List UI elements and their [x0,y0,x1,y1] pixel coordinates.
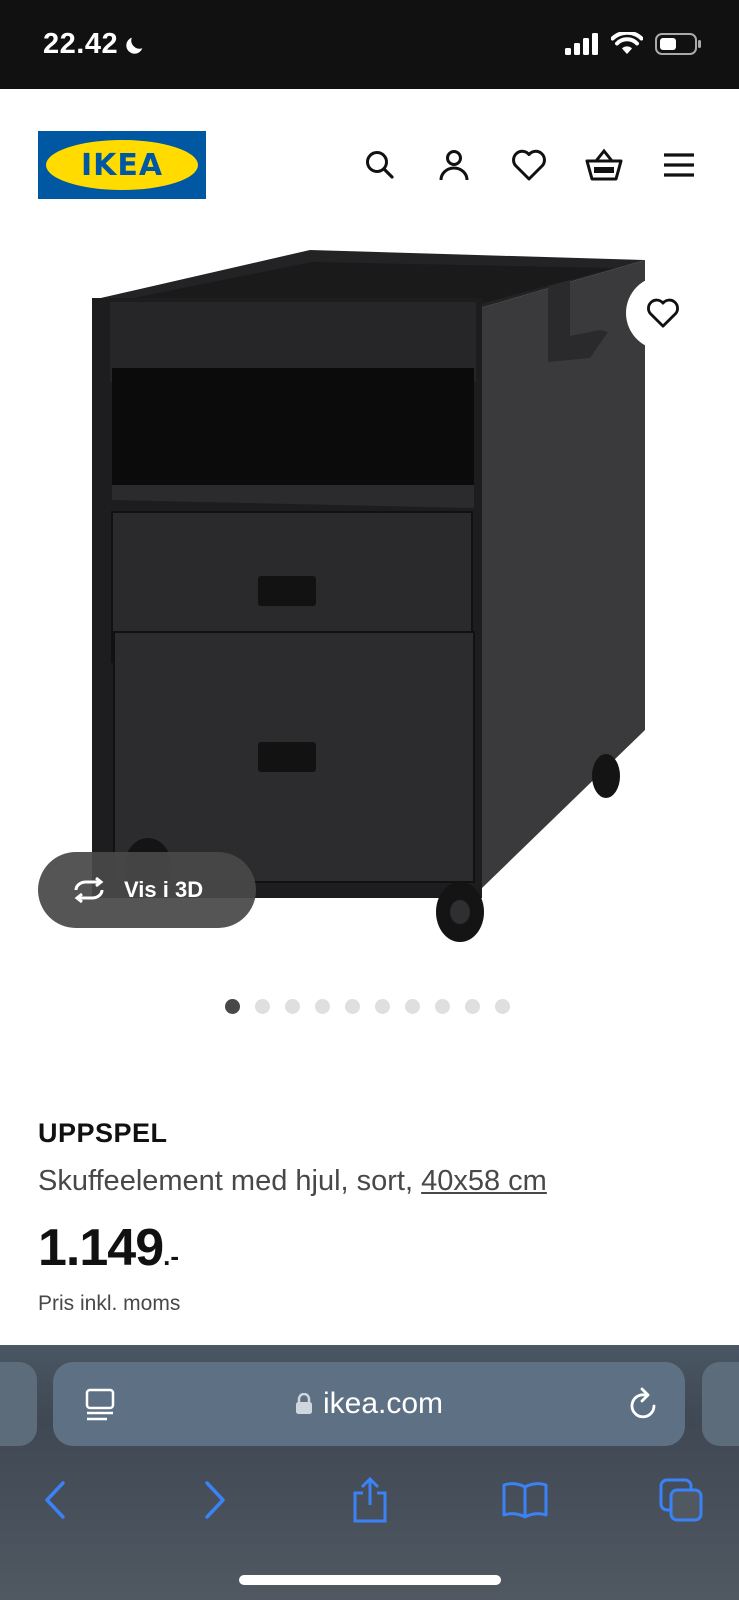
back-icon [45,1481,65,1519]
carousel-dot[interactable] [285,999,300,1014]
lock-icon [295,1393,312,1414]
status-time: 22.42 [43,28,146,61]
share-icon [353,1477,387,1523]
reload-icon[interactable] [627,1387,659,1421]
product-size-link[interactable]: 40x58 cm [421,1165,547,1197]
status-bar: 22.42 [0,0,739,89]
image-carousel-dots [225,999,510,1014]
price-suffix: .- [163,1241,180,1271]
next-tab-preview[interactable] [702,1362,739,1446]
time-text: 22.42 [43,28,119,60]
add-to-favourites-button[interactable] [626,276,700,350]
tabs-icon [659,1478,703,1522]
ikea-logo[interactable]: IKEA [38,131,206,199]
site-header: IKEA [0,89,739,239]
browser-bottom-bar: ikea.com [0,1345,739,1600]
home-indicator [239,1575,501,1585]
status-indicators [565,32,703,56]
menu-icon[interactable] [659,145,699,185]
search-icon[interactable] [360,145,400,185]
back-button[interactable] [30,1475,80,1525]
moon-icon [126,37,143,54]
forward-icon [205,1481,225,1519]
carousel-dot[interactable] [405,999,420,1014]
basket-icon[interactable] [584,145,624,185]
carousel-dot[interactable] [465,999,480,1014]
account-icon[interactable] [434,145,474,185]
product-description-text: Skuffeelement med hjul, sort, [38,1165,422,1197]
product-description: Skuffeelement med hjul, sort, 40x58 cm [38,1165,547,1198]
view-in-3d-label: Vis i 3D [124,877,204,902]
carousel-dot[interactable] [345,999,360,1014]
rotate-3d-icon [74,877,104,903]
url-display: ikea.com [295,1387,443,1421]
logo-text: IKEA [80,147,164,183]
favourites-icon[interactable] [509,145,549,185]
battery-icon [655,33,701,55]
logo-oval: IKEA [46,140,198,190]
reader-mode-icon[interactable] [85,1388,115,1422]
share-button[interactable] [345,1475,395,1525]
carousel-dot[interactable] [495,999,510,1014]
view-in-3d-button[interactable]: Vis i 3D [38,852,256,928]
price-value: 1.149 [38,1219,164,1277]
url-text: ikea.com [322,1387,444,1420]
cellular-signal-icon [565,33,598,55]
carousel-dot[interactable] [435,999,450,1014]
product-name: UPPSPEL [38,1118,168,1148]
browser-toolbar [0,1463,739,1543]
carousel-dot[interactable] [375,999,390,1014]
carousel-dot[interactable] [315,999,330,1014]
heart-icon [647,298,679,328]
carousel-dot[interactable] [255,999,270,1014]
bookmarks-button[interactable] [500,1475,550,1525]
tabs-button[interactable] [656,1475,706,1525]
wifi-icon [611,32,643,54]
bookmarks-icon [502,1482,548,1519]
address-bar[interactable]: ikea.com [53,1362,685,1446]
previous-tab-preview[interactable] [0,1362,37,1446]
product-price: 1.149 .- [38,1218,179,1278]
forward-button[interactable] [190,1475,240,1525]
price-note: Pris inkl. moms [38,1292,181,1315]
carousel-dot[interactable] [225,999,240,1014]
